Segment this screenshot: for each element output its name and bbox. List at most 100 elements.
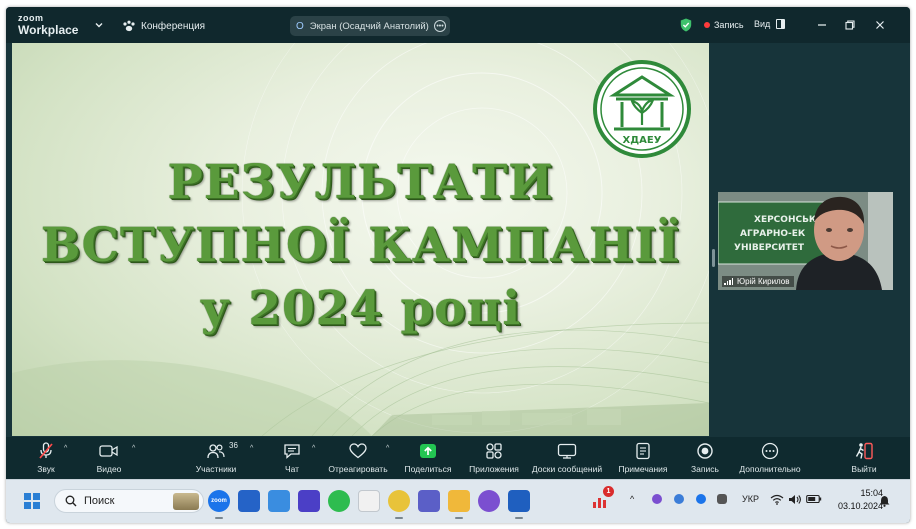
video-options-caret-icon[interactable]: ^ (132, 445, 135, 452)
video-label: Видео (96, 464, 122, 474)
logo-zoom-text: zoom (18, 13, 44, 23)
more-button[interactable]: Дополнительно (730, 441, 810, 474)
taskbar-editor-app-icon[interactable] (298, 490, 320, 512)
video-button[interactable]: Видео (69, 441, 149, 474)
taskbar-whatsapp-icon[interactable] (328, 490, 350, 512)
system-clock[interactable]: 15:04 03.10.2024 (838, 487, 883, 513)
apps-label: Приложения (469, 464, 519, 474)
whiteboards-button[interactable]: Доски сообщений (527, 441, 607, 474)
audio-label: Звук (37, 464, 55, 474)
notes-label: Примечания (618, 464, 668, 474)
participants-icon (207, 444, 225, 459)
search-icon (65, 495, 77, 507)
taskbar-word-icon[interactable] (508, 490, 530, 519)
chat-label: Чат (284, 464, 300, 474)
view-label: Вид (754, 19, 771, 29)
record-icon (697, 443, 713, 459)
close-icon (876, 21, 884, 29)
taskbar-viber-icon[interactable] (478, 490, 500, 512)
taskbar-teams-icon[interactable] (418, 490, 440, 512)
zoom-workplace-logo[interactable]: zoom Workplace (18, 13, 79, 37)
clock-date: 03.10.2024 (838, 501, 884, 511)
audio-options-caret-icon[interactable]: ^ (64, 445, 67, 452)
tray-device-icon[interactable] (717, 494, 727, 504)
close-button[interactable] (872, 17, 888, 33)
clock-time: 15:04 (860, 488, 884, 498)
university-emblem-icon: ХДАЕУ (593, 60, 691, 158)
more-icon (761, 442, 779, 460)
recording-label: Запись (714, 20, 744, 30)
meeting-label: Конференция (141, 20, 206, 32)
slide-title-line-2: ВСТУПНОЇ КАМПАНІЇ (40, 218, 681, 273)
split-resize-handle[interactable] (712, 249, 715, 267)
minimize-button[interactable] (814, 17, 830, 33)
meeting-paw-icon (123, 20, 135, 32)
taskbar-zoom-app[interactable]: zoom (208, 490, 230, 519)
tile-bg-text-2: АГРАРНО-ЕК (740, 229, 806, 239)
participants-label: Участники (195, 464, 237, 474)
tray-viber-icon[interactable] (652, 494, 662, 504)
search-highlight-thumbnail (173, 493, 199, 510)
taskbar-store-app-icon[interactable] (238, 490, 260, 512)
share-indicator-prefix: O (296, 20, 304, 32)
chat-icon (284, 444, 300, 459)
title-bar: zoom Workplace Конференция O Экран (Осад… (6, 7, 910, 43)
windows-start-icon[interactable] (24, 493, 40, 509)
recording-status[interactable]: Запись (704, 20, 744, 30)
wifi-icon[interactable] (770, 494, 784, 505)
restore-icon (845, 20, 855, 30)
taskbar-search[interactable]: Поиск (54, 489, 204, 513)
tray-overflow-caret-icon[interactable]: ^ (630, 494, 634, 504)
chevron-down-icon[interactable] (94, 20, 104, 30)
participant-video-tile[interactable]: ХЕРСОНСЬКИЙ АГРАРНО-ЕК УНІВЕРСИТЕТ Юрій … (718, 192, 893, 290)
whiteboards-label: Доски сообщений (531, 464, 603, 474)
taskbar-chrome-icon[interactable] (388, 490, 410, 519)
whiteboard-icon (557, 443, 577, 459)
volume-icon[interactable] (788, 494, 802, 505)
shared-screen-slide: РЕЗУЛЬТАТИ ВСТУПНОЇ КАМПАНІЇ у 2024 році… (12, 43, 709, 436)
leave-button[interactable]: Выйти (824, 441, 904, 474)
participants-count: 36 (229, 441, 238, 450)
apps-button[interactable]: Приложения (454, 441, 534, 474)
video-camera-icon (99, 445, 118, 457)
more-options-icon[interactable]: ••• (434, 20, 446, 32)
view-button[interactable]: Вид (754, 19, 786, 29)
react-label: Отреагировать (328, 464, 388, 474)
zoom-window: zoom Workplace Конференция O Экран (Осад… (6, 7, 910, 523)
leave-label: Выйти (851, 464, 877, 474)
heart-icon (349, 443, 367, 459)
language-indicator[interactable]: УКР (742, 494, 759, 504)
taskbar-widget-chart-icon[interactable]: 1 (590, 486, 614, 512)
taskbar-outlook-app-icon[interactable] (268, 490, 290, 512)
participant-name-label: Юрій Кирилов (722, 276, 794, 287)
minimize-icon (818, 24, 826, 26)
slide-title: РЕЗУЛЬТАТИ ВСТУПНОЇ КАМПАНІЇ у 2024 році (12, 151, 709, 340)
chat-options-caret-icon[interactable]: ^ (312, 445, 315, 452)
encryption-shield-icon[interactable] (680, 18, 692, 32)
meeting-toolbar: Звук ^ Видео ^ 36 Участники ^ Чат ^ Отре… (6, 437, 910, 479)
view-layout-icon (776, 19, 786, 29)
zoom-app-label: zoom (211, 498, 227, 504)
windows-taskbar: Поиск zoom 1 ^ УКР 15:04 03.10.2024 (6, 479, 910, 523)
meeting-info-button[interactable]: Конференция (122, 18, 205, 34)
taskbar-pdf-app-icon[interactable] (358, 490, 380, 512)
screen-share-indicator[interactable]: O Экран (Осадчий Анатолий) ••• (290, 16, 450, 36)
share-label: Поделиться (404, 464, 452, 474)
emblem-text: ХДАЕУ (623, 135, 662, 146)
tile-bg-text-3: УНІВЕРСИТЕТ (734, 243, 805, 253)
tray-zoom-icon[interactable] (696, 494, 706, 504)
leave-icon (855, 442, 873, 460)
taskbar-file-explorer-icon[interactable] (448, 490, 470, 519)
participants-button[interactable]: 36 Участники (176, 441, 256, 474)
participant-name: Юрій Кирилов (737, 277, 790, 286)
more-label: Дополнительно (739, 464, 801, 474)
share-screen-icon (420, 444, 436, 458)
microphone-muted-icon (39, 442, 53, 459)
battery-icon[interactable] (806, 494, 822, 504)
record-dot-icon (704, 22, 710, 28)
restore-button[interactable] (842, 17, 858, 33)
tray-app-icon[interactable] (674, 494, 684, 504)
notes-icon (636, 442, 650, 460)
notification-bell-icon[interactable] (879, 495, 890, 507)
logo-workplace-text: Workplace (18, 23, 79, 37)
